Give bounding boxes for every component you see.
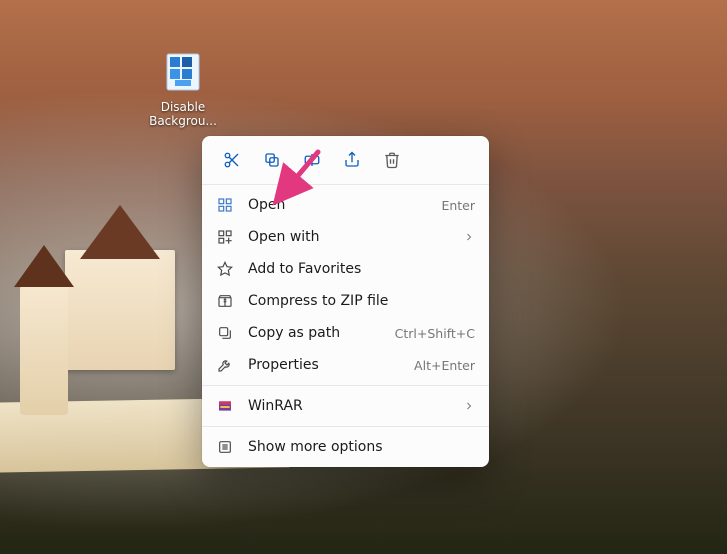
menu-item-accel: Enter xyxy=(441,198,475,213)
menu-item-open-with[interactable]: Open with xyxy=(202,221,489,253)
winrar-icon xyxy=(216,397,234,415)
desktop-file-label: Disable Backgrou... xyxy=(138,100,228,128)
rename-icon: A xyxy=(303,151,321,169)
menu-item-label: Open xyxy=(248,197,427,213)
menu-item-add-favorites[interactable]: Add to Favorites xyxy=(202,253,489,285)
menu-item-label: Open with xyxy=(248,229,449,245)
menu-item-label: Compress to ZIP file xyxy=(248,293,475,309)
copy-button[interactable] xyxy=(252,144,292,176)
menu-item-winrar[interactable]: WinRAR xyxy=(202,390,489,422)
star-icon xyxy=(216,260,234,278)
context-menu-toolbar: A xyxy=(202,136,489,185)
apps-icon xyxy=(216,228,234,246)
menu-separator xyxy=(202,426,489,427)
menu-item-compress-zip[interactable]: Compress to ZIP file xyxy=(202,285,489,317)
menu-item-accel: Ctrl+Shift+C xyxy=(395,326,475,341)
menu-item-label: WinRAR xyxy=(248,398,449,414)
menu-item-label: Copy as path xyxy=(248,325,381,341)
menu-item-label: Add to Favorites xyxy=(248,261,475,277)
desktop-file-icon[interactable]: Disable Backgrou... xyxy=(138,48,228,128)
menu-item-properties[interactable]: Properties Alt+Enter xyxy=(202,349,489,381)
menu-item-copy-path[interactable]: Copy as path Ctrl+Shift+C xyxy=(202,317,489,349)
menu-separator xyxy=(202,385,489,386)
grid-icon xyxy=(216,196,234,214)
context-menu: A xyxy=(202,136,489,467)
wallpaper-castle xyxy=(25,190,215,440)
share-icon xyxy=(343,151,361,169)
trash-icon xyxy=(383,151,401,169)
menu-item-show-more-options[interactable]: Show more options xyxy=(202,431,489,463)
wrench-icon xyxy=(216,356,234,374)
more-icon xyxy=(216,438,234,456)
menu-item-label: Properties xyxy=(248,357,400,373)
menu-item-open[interactable]: Open Enter xyxy=(202,189,489,221)
reg-file-icon xyxy=(159,48,207,96)
chevron-right-icon xyxy=(463,400,475,412)
path-icon xyxy=(216,324,234,342)
share-button[interactable] xyxy=(332,144,372,176)
cut-button[interactable] xyxy=(212,144,252,176)
scissors-icon xyxy=(223,151,241,169)
rename-button[interactable]: A xyxy=(292,144,332,176)
chevron-right-icon xyxy=(463,231,475,243)
delete-button[interactable] xyxy=(372,144,412,176)
menu-item-accel: Alt+Enter xyxy=(414,358,475,373)
copy-icon xyxy=(263,151,281,169)
zip-icon xyxy=(216,292,234,310)
context-menu-list: Open Enter Open with Add to F xyxy=(202,185,489,467)
menu-item-label: Show more options xyxy=(248,439,475,455)
